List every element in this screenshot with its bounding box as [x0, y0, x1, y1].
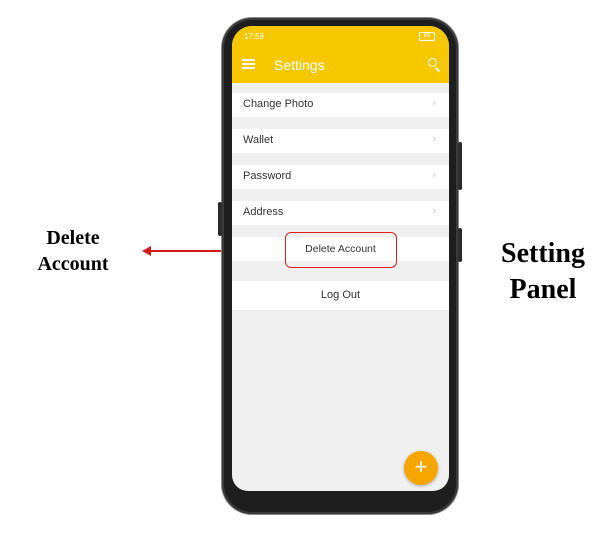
- log-out-button[interactable]: Log Out: [232, 281, 449, 310]
- chevron-right-icon: ›: [432, 205, 436, 217]
- annotation-arrow-head: [142, 246, 151, 256]
- chevron-right-icon: ›: [432, 97, 436, 109]
- status-icons: 89: [419, 32, 435, 42]
- annotation-right-line1: Setting: [501, 238, 585, 269]
- settings-item-password[interactable]: Password ›: [232, 165, 449, 189]
- settings-item-change-photo[interactable]: Change Photo ›: [232, 93, 449, 117]
- log-out-label: Log Out: [320, 289, 361, 301]
- settings-item-wallet[interactable]: Wallet ›: [232, 129, 449, 153]
- status-time: 17:59: [244, 32, 265, 41]
- annotation-left-line1: Delete: [46, 227, 100, 249]
- phone-side-button-right-lower: [458, 228, 462, 262]
- add-fab-button[interactable]: +: [404, 451, 438, 485]
- page-title: Settings: [274, 57, 325, 73]
- settings-item-label: Password: [243, 170, 292, 182]
- settings-item-address[interactable]: Address ›: [232, 201, 449, 225]
- search-icon[interactable]: [428, 58, 437, 67]
- chevron-right-icon: ›: [432, 169, 436, 181]
- settings-item-label: Address: [243, 206, 284, 218]
- annotation-left-line2: Account: [37, 253, 109, 275]
- phone-side-button-left: [218, 202, 222, 236]
- chevron-right-icon: ›: [432, 133, 436, 145]
- annotation-delete-account: Delete Account: [18, 225, 128, 277]
- battery-icon: 89: [419, 32, 435, 42]
- phone-side-button-right-upper: [458, 142, 462, 190]
- status-bar: 17:59 89: [232, 32, 449, 44]
- annotation-setting-panel: Setting Panel: [487, 236, 599, 308]
- hamburger-menu-icon[interactable]: [242, 59, 255, 69]
- app-bar: 17:59 89 Settings: [232, 26, 449, 83]
- delete-account-highlight-box: [285, 232, 397, 268]
- settings-item-label: Change Photo: [243, 98, 314, 110]
- settings-item-label: Wallet: [243, 134, 274, 146]
- annotation-right-line2: Panel: [509, 274, 577, 305]
